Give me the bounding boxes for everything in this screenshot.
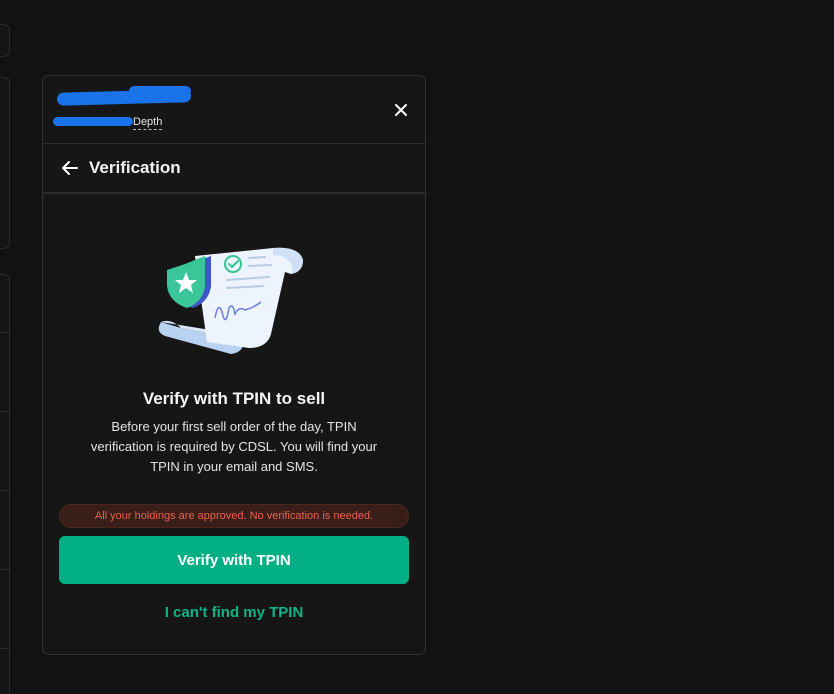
shield-star-document-icon <box>158 247 303 354</box>
cant-find-tpin-link[interactable]: I can't find my TPIN <box>43 604 425 621</box>
close-button[interactable] <box>391 100 411 120</box>
background-card <box>0 274 10 694</box>
redaction-mark <box>53 117 133 126</box>
redaction-mark <box>129 86 191 96</box>
divider <box>0 411 10 412</box>
verify-description: Before your first sell order of the day,… <box>90 419 378 474</box>
close-icon <box>395 104 407 116</box>
verify-heading: Verify with TPIN to sell <box>142 389 326 408</box>
depth-link[interactable]: Depth <box>133 116 163 130</box>
divider <box>0 648 10 649</box>
background-card <box>0 77 10 249</box>
divider <box>0 490 10 491</box>
background-card <box>0 24 10 57</box>
holdings-approved-notice: All your holdings are approved. No verif… <box>59 504 409 528</box>
back-button[interactable] <box>61 160 79 176</box>
divider <box>0 569 10 570</box>
panel-header: Depth <box>43 76 425 144</box>
divider <box>0 332 10 333</box>
order-panel: Depth Verification Verify with TPIN to s… <box>42 75 426 655</box>
arrow-left-icon <box>62 161 78 175</box>
page-title: Verification <box>89 158 181 177</box>
verify-with-tpin-button[interactable]: Verify with TPIN <box>59 536 409 584</box>
verification-titlebar: Verification <box>43 144 425 194</box>
